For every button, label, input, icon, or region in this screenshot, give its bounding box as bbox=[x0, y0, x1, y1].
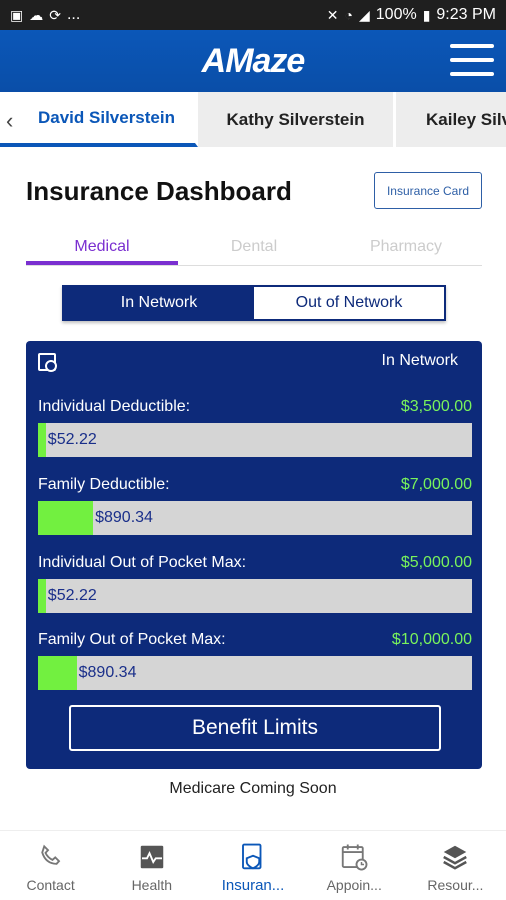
nav-resources[interactable]: Resour... bbox=[405, 831, 506, 900]
insurance-shield-icon bbox=[238, 841, 268, 873]
nav-health[interactable]: Health bbox=[101, 831, 202, 900]
app-header: AMaze bbox=[0, 30, 506, 92]
progress-fill bbox=[38, 501, 94, 535]
network-toggle: In Network Out of Network bbox=[62, 285, 446, 321]
benefits-panel: In Network Individual Deductible: $3,500… bbox=[26, 341, 482, 769]
page-title: Insurance Dashboard bbox=[26, 176, 292, 206]
nav-insurance[interactable]: Insuran... bbox=[202, 831, 303, 900]
meter-label: Individual Out of Pocket Max: bbox=[38, 554, 247, 571]
menu-line bbox=[450, 72, 494, 76]
progress-value: $52.22 bbox=[47, 431, 97, 448]
health-monitor-icon bbox=[137, 841, 167, 873]
member-tab-label: Kailey Silv bbox=[426, 109, 506, 129]
app-logo: AMaze bbox=[201, 41, 306, 81]
sync-icon: ⟳ bbox=[49, 6, 61, 23]
progress-bar: $890.34 bbox=[38, 656, 472, 690]
document-search-icon bbox=[38, 353, 57, 372]
medicare-note: Medicare Coming Soon bbox=[169, 780, 337, 797]
meter-individual-oop-max: Individual Out of Pocket Max: $5,000.00 … bbox=[38, 551, 472, 613]
member-tab-label: David Silverstein bbox=[37, 107, 175, 127]
nav-appointments[interactable]: Appoin... bbox=[304, 831, 405, 900]
progress-fill bbox=[38, 579, 46, 613]
image-icon: ▣ bbox=[10, 6, 24, 23]
progress-bar: $890.34 bbox=[38, 501, 472, 535]
in-network-option[interactable]: In Network bbox=[64, 287, 254, 319]
logo-text: AMaze bbox=[201, 41, 306, 80]
meter-label: Family Out of Pocket Max: bbox=[38, 631, 226, 648]
member-tab-label: Kathy Silverstein bbox=[226, 109, 365, 129]
nav-label: Contact bbox=[26, 877, 75, 893]
layers-icon bbox=[440, 841, 470, 873]
nav-contact[interactable]: Contact bbox=[0, 831, 101, 900]
tab-dental[interactable]: Dental bbox=[178, 234, 330, 265]
meter-individual-deductible: Individual Deductible: $3,500.00 $52.22 bbox=[38, 395, 472, 457]
battery-icon: ▮ bbox=[422, 6, 431, 23]
member-tab-david[interactable]: David Silverstein bbox=[0, 92, 198, 147]
status-right: ✕ ◔ ◢ 100% ▮ 9:23 PM bbox=[327, 6, 496, 24]
meter-max: $5,000.00 bbox=[400, 554, 472, 571]
status-overflow: ... bbox=[66, 6, 81, 23]
meter-family-deductible: Family Deductible: $7,000.00 $890.34 bbox=[38, 473, 472, 535]
meter-max: $3,500.00 bbox=[400, 398, 472, 415]
battery-percent: 100% bbox=[375, 6, 417, 23]
category-tabs: Medical Dental Pharmacy bbox=[26, 234, 482, 266]
wifi-icon: ◔ bbox=[344, 7, 353, 23]
signal-icon: ◢ bbox=[358, 6, 370, 23]
clock: 9:23 PM bbox=[436, 6, 496, 23]
progress-fill bbox=[38, 656, 77, 690]
member-tab-kathy[interactable]: Kathy Silverstein bbox=[198, 92, 396, 147]
mute-icon: ✕ bbox=[326, 6, 339, 23]
benefit-limits-button[interactable]: Benefit Limits bbox=[69, 705, 441, 751]
out-of-network-option[interactable]: Out of Network bbox=[254, 287, 444, 319]
member-tab-kailey[interactable]: Kailey Silv bbox=[396, 92, 506, 147]
menu-line bbox=[450, 58, 494, 62]
cloud-icon: ☁ bbox=[29, 6, 44, 23]
meter-family-oop-max: Family Out of Pocket Max: $10,000.00 $89… bbox=[38, 628, 472, 690]
meter-max: $10,000.00 bbox=[391, 631, 472, 648]
chevron-left-icon[interactable]: ‹ bbox=[6, 108, 13, 134]
nav-label: Resour... bbox=[427, 877, 484, 893]
panel-network-label: In Network bbox=[381, 352, 458, 369]
status-bar: ▣ ☁ ⟳ ... ✕ ◔ ◢ 100% ▮ 9:23 PM bbox=[0, 0, 506, 30]
meter-label: Individual Deductible: bbox=[38, 398, 191, 415]
progress-value: $890.34 bbox=[78, 664, 137, 681]
meter-max: $7,000.00 bbox=[400, 476, 472, 493]
progress-value: $52.22 bbox=[47, 587, 97, 604]
calendar-clock-icon bbox=[339, 841, 369, 873]
phone-icon bbox=[36, 841, 66, 873]
progress-value: $890.34 bbox=[95, 509, 153, 526]
insurance-card-button[interactable]: Insurance Card bbox=[374, 172, 482, 209]
status-left: ▣ ☁ ⟳ ... bbox=[10, 6, 80, 24]
progress-bar: $52.22 bbox=[38, 579, 472, 613]
progress-bar: $52.22 bbox=[38, 423, 472, 457]
meter-label: Family Deductible: bbox=[38, 476, 170, 493]
nav-label: Insuran... bbox=[221, 877, 285, 894]
nav-label: Appoin... bbox=[326, 877, 382, 893]
member-tabs: David Silverstein Kathy Silverstein Kail… bbox=[0, 92, 506, 147]
tab-medical[interactable]: Medical bbox=[26, 234, 178, 265]
tab-pharmacy[interactable]: Pharmacy bbox=[330, 234, 482, 265]
hamburger-menu-button[interactable] bbox=[450, 44, 494, 76]
progress-fill bbox=[38, 423, 46, 457]
menu-line bbox=[450, 44, 494, 48]
nav-label: Health bbox=[131, 877, 173, 893]
bottom-nav: Contact Health Insuran... Appoin... Reso… bbox=[0, 830, 506, 900]
